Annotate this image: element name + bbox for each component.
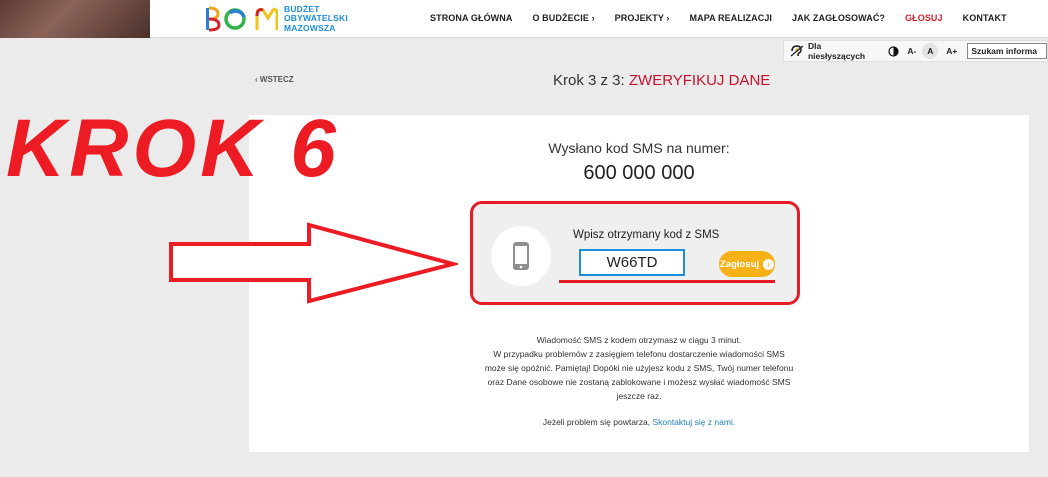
chevron-left-icon: ‹: [255, 75, 258, 84]
step-title: Krok 3 z 3: ZWERYFIKUJ DANE: [553, 72, 770, 89]
step-prefix: Krok 3 z 3:: [553, 72, 625, 89]
phone-icon-circle: [491, 226, 551, 286]
site-header: BUDŻET OBYWATELSKI MAZOWSZA STRONA GŁÓWN…: [150, 0, 1048, 38]
accessibility-bar: Dla niesłyszących A- A A+ Szukam informa: [783, 40, 1048, 62]
sms-code-label: Wpisz otrzymany kod z SMS: [573, 229, 720, 241]
info-line: jeszcze raz.: [616, 391, 662, 401]
info-line: oraz Dane osobowe nie zostaną zablokowan…: [487, 377, 791, 387]
annotation-underline: [559, 280, 775, 283]
sms-code-input[interactable]: [579, 249, 685, 276]
step-name: ZWERYFIKUJ DANE: [628, 72, 771, 89]
contact-link[interactable]: Skontaktuj się z nami.: [652, 417, 735, 427]
sms-info-text: Wiadomość SMS z kodem otrzymasz w ciągu …: [439, 333, 839, 403]
back-link[interactable]: ‹ WSTECZ: [255, 75, 294, 84]
chevron-right-icon: ›: [763, 258, 775, 270]
bom-logo-icon: [206, 6, 278, 32]
font-normal-button[interactable]: A: [922, 43, 939, 59]
nav-projects[interactable]: PROJEKTY ›: [615, 13, 670, 23]
nav-about-budget[interactable]: O BUDŻECIE ›: [532, 13, 594, 23]
main-nav: STRONA GŁÓWNA O BUDŻECIE › PROJEKTY › MA…: [430, 0, 1027, 36]
site-logo[interactable]: BUDŻET OBYWATELSKI MAZOWSZA: [204, 4, 348, 34]
nav-contact[interactable]: KONTAKT: [963, 13, 1007, 23]
contrast-icon[interactable]: [888, 45, 899, 57]
phone-number: 600 000 000: [583, 162, 695, 184]
sms-sent-label: Wysłano kod SMS na numer:: [548, 140, 730, 156]
nav-map[interactable]: MAPA REALIZACJI: [690, 13, 773, 23]
nav-how-to-vote[interactable]: JAK ZAGŁOSOWAĆ?: [792, 13, 885, 23]
mobile-phone-icon: [513, 242, 529, 270]
info-line: Wiadomość SMS z kodem otrzymasz w ciągu …: [536, 335, 742, 345]
hearing-impaired-icon: [790, 45, 804, 57]
vote-submit-label: Zagłosuj: [719, 258, 760, 270]
back-label: WSTECZ: [259, 75, 294, 84]
vote-submit-button[interactable]: Zagłosuj ›: [719, 251, 775, 277]
site-search-input[interactable]: Szukam informa: [967, 43, 1047, 59]
font-increase-button[interactable]: A+: [946, 46, 957, 56]
header-photo: [0, 0, 150, 38]
info-line: W przypadku problemów z zasięgiem telefo…: [493, 349, 785, 359]
logo-text: BUDŻET OBYWATELSKI MAZOWSZA: [284, 4, 348, 34]
step-annotation: KROK 6: [6, 103, 340, 194]
nav-home[interactable]: STRONA GŁÓWNA: [430, 13, 512, 23]
nav-vote[interactable]: GŁOSUJ: [905, 13, 943, 23]
sms-code-box: Wpisz otrzymany kod z SMS Zagłosuj ›: [470, 201, 800, 305]
arrow-right-icon: [169, 222, 458, 304]
trouble-text: Jeżeli problem się powtarza,: [542, 417, 651, 427]
info-line: może się opóźnić. Pamiętaj! Dopóki nie u…: [484, 363, 794, 373]
logo-line: MAZOWSZA: [284, 22, 336, 33]
font-decrease-button[interactable]: A-: [907, 46, 916, 56]
contact-note: Jeżeli problem się powtarza, Skontaktuj …: [249, 417, 1029, 427]
hearing-impaired-link[interactable]: Dla niesłyszących: [808, 41, 880, 61]
